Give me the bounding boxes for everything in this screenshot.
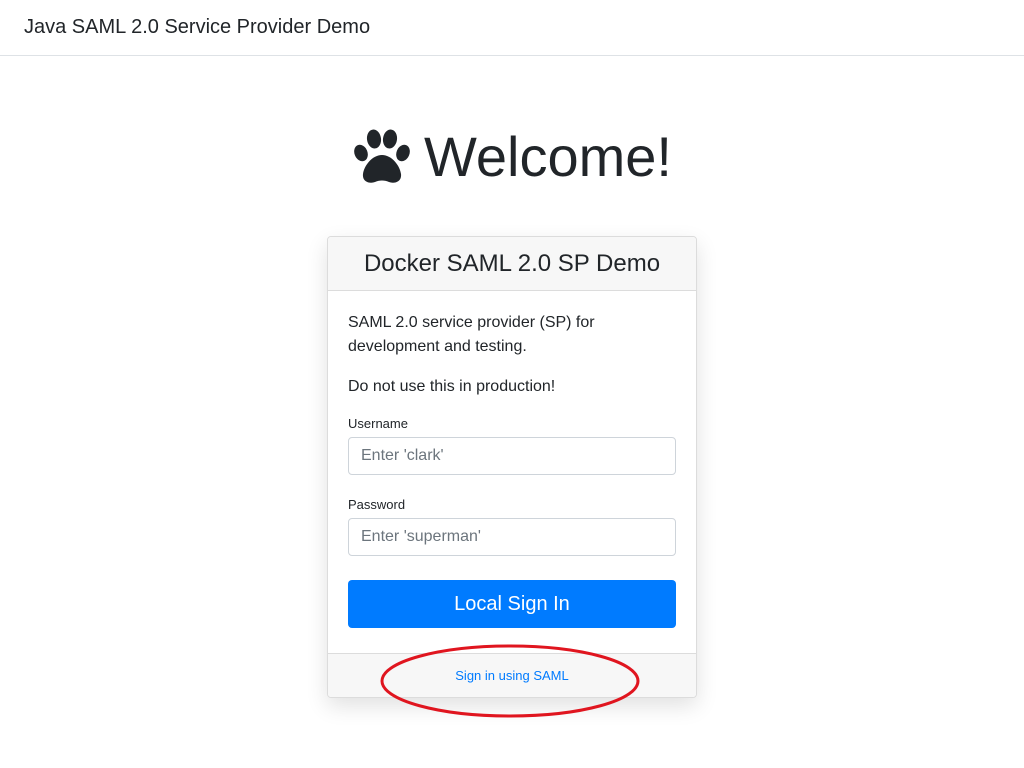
card-header: Docker SAML 2.0 SP Demo <box>328 237 696 291</box>
top-navbar: Java SAML 2.0 Service Provider Demo <box>0 0 1024 56</box>
card-footer: Sign in using SAML <box>328 653 696 697</box>
navbar-brand[interactable]: Java SAML 2.0 Service Provider Demo <box>24 16 370 39</box>
password-input[interactable] <box>348 518 676 556</box>
local-sign-in-button[interactable]: Local Sign In <box>348 580 676 628</box>
welcome-heading: Welcome! <box>0 122 1024 192</box>
saml-sign-in-link[interactable]: Sign in using SAML <box>455 668 568 683</box>
username-input[interactable] <box>348 437 676 475</box>
production-warning: Do not use this in production! <box>348 378 556 395</box>
page-title: Welcome! <box>424 125 672 188</box>
username-label: Username <box>348 416 408 431</box>
paw-icon <box>354 129 410 183</box>
card-body: SAML 2.0 service provider (SP) for devel… <box>328 291 696 628</box>
login-card: Docker SAML 2.0 SP Demo SAML 2.0 service… <box>327 236 697 698</box>
card-description: SAML 2.0 service provider (SP) for devel… <box>348 314 595 355</box>
password-label: Password <box>348 497 406 512</box>
